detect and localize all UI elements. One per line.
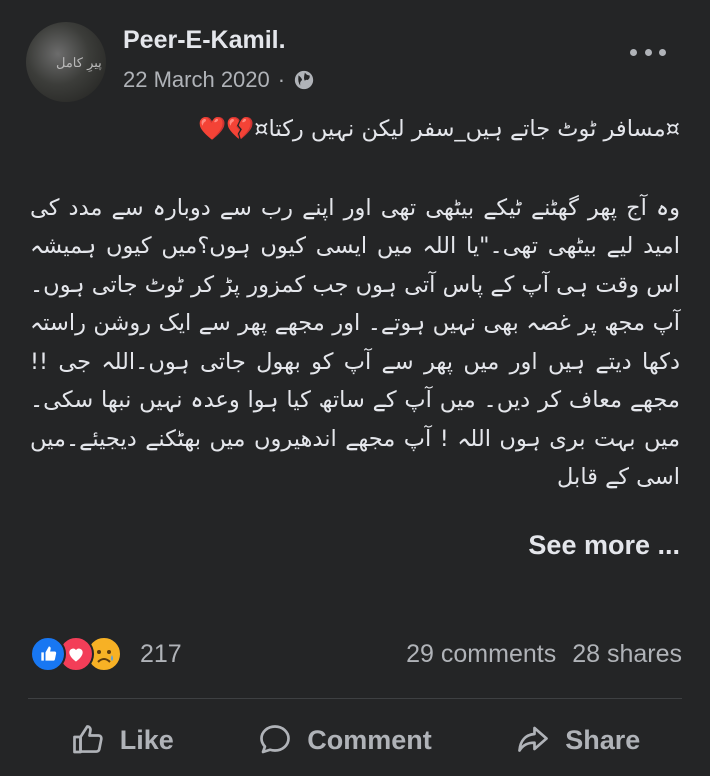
- reaction-count: 217: [140, 639, 182, 668]
- share-label: Share: [565, 724, 641, 755]
- like-label: Like: [119, 724, 174, 755]
- thumbs-up-icon: [72, 725, 103, 754]
- post-body: وہ آج پھر گھٹنے ٹیکے بیٹھی تھی اور اپنے …: [30, 194, 680, 491]
- post-date[interactable]: 22 March 2020: [123, 67, 270, 93]
- author-name[interactable]: Peer-E-Kamil.: [123, 26, 286, 55]
- post-title: ¤مسافر ٹوٹ جاتے ہیں_سفر لیکن نہیں رکتا¤💔…: [198, 116, 680, 142]
- action-bar: Like Comment Share: [28, 714, 682, 766]
- comment-icon: [260, 725, 291, 754]
- comment-label: Comment: [307, 724, 432, 755]
- engagement-stats: 29 comments 28 shares: [406, 640, 682, 669]
- share-button[interactable]: Share: [515, 722, 640, 758]
- shares-count[interactable]: 28 shares: [572, 640, 682, 669]
- meta-separator: ·: [277, 67, 286, 92]
- divider: [28, 698, 682, 699]
- reactions-summary[interactable]: 217: [30, 636, 182, 672]
- avatar[interactable]: پیرِ کامل: [26, 22, 106, 102]
- facebook-post: پیرِ کامل Peer-E-Kamil. 22 March 2020 · …: [0, 0, 710, 776]
- avatar-logo-text: پیرِ کامل: [56, 56, 102, 71]
- share-arrow-icon: [518, 726, 549, 752]
- post-text: ¤مسافر ٹوٹ جاتے ہیں_سفر لیکن نہیں رکتا¤💔…: [30, 110, 680, 497]
- see-more-link[interactable]: See more ...: [528, 530, 680, 561]
- comment-button[interactable]: Comment: [257, 722, 432, 758]
- like-reaction-icon: [30, 636, 66, 672]
- like-button[interactable]: Like: [70, 722, 174, 758]
- more-options-icon[interactable]: [630, 42, 666, 62]
- comments-count[interactable]: 29 comments: [406, 640, 556, 669]
- globe-icon[interactable]: [293, 69, 315, 91]
- post-meta: 22 March 2020 ·: [123, 67, 315, 93]
